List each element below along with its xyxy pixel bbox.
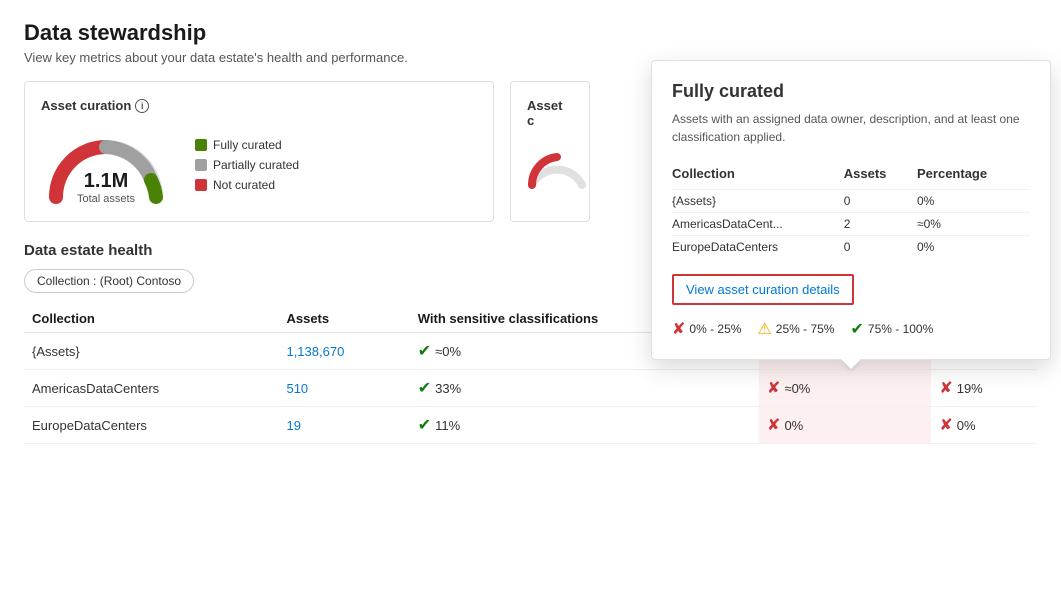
status-icon-green: ✔ xyxy=(418,378,431,398)
cell-fully-curated-2: ✘ 0% xyxy=(759,407,931,444)
partially-curated-dot xyxy=(195,159,207,171)
cell-collection-1: AmericasDataCenters xyxy=(24,370,278,407)
table-row: EuropeDataCenters 19 ✔ 11% ✘ 0% xyxy=(24,407,1037,444)
gauge-label: Total assets xyxy=(77,193,135,205)
cell-assets-0[interactable]: 1,138,670 xyxy=(278,333,409,370)
legend-yellow-icon: ⚠ xyxy=(757,319,771,339)
not-curated-dot xyxy=(195,179,207,191)
popup-cell-assets-2: 0 xyxy=(844,236,917,259)
status-icon-green: ✔ xyxy=(418,415,431,435)
popup-cell-collection-1: AmericasDataCent... xyxy=(672,213,844,236)
popup-cell-assets-0: 0 xyxy=(844,190,917,213)
status-icon-red: ✘ xyxy=(767,415,780,435)
status-icon-red: ✘ xyxy=(939,415,952,435)
curation-content: 1.1M Total assets Fully curated Partiall… xyxy=(41,125,477,205)
popup-description: Assets with an assigned data owner, desc… xyxy=(672,110,1030,146)
popup-legend-red: ✘ 0% - 25% xyxy=(672,319,741,339)
asset-card-2-gauge xyxy=(527,140,587,190)
cell-owner-2: ✘ 0% xyxy=(931,407,1037,444)
legend-green-icon: ✔ xyxy=(850,319,863,339)
status-icon-red: ✘ xyxy=(939,378,952,398)
popup-cell-pct-2: 0% xyxy=(917,236,1030,259)
popup-legend-yellow: ⚠ 25% - 75% xyxy=(757,319,834,339)
popup-cell-collection-0: {Assets} xyxy=(672,190,844,213)
cell-collection-0: {Assets} xyxy=(24,333,278,370)
cell-assets-2[interactable]: 19 xyxy=(278,407,409,444)
status-icon-green: ✔ xyxy=(418,341,431,361)
page-header: Data stewardship View key metrics about … xyxy=(24,20,1037,65)
popup-cell-pct-1: ≈0% xyxy=(917,213,1030,236)
cell-collection-2: EuropeDataCenters xyxy=(24,407,278,444)
cell-assets-1[interactable]: 510 xyxy=(278,370,409,407)
cell-owner-1: ✘ 19% xyxy=(931,370,1037,407)
popup-overlay: Fully curated Assets with an assigned da… xyxy=(651,60,1051,360)
col-header-collection: Collection xyxy=(24,305,278,333)
popup-row: AmericasDataCent... 2 ≈0% xyxy=(672,213,1030,236)
legend-item-partially-curated: Partially curated xyxy=(195,158,299,172)
gauge-number: 1.1M xyxy=(77,170,135,193)
asset-curation-card-title: Asset curation i xyxy=(41,98,477,113)
popup-title: Fully curated xyxy=(672,81,1030,102)
popup-cell-assets-1: 2 xyxy=(844,213,917,236)
popup-table: Collection Assets Percentage {Assets} 0 … xyxy=(672,162,1030,258)
popup-col-collection: Collection xyxy=(672,162,844,190)
gauge-text: 1.1M Total assets xyxy=(77,170,135,205)
popup-row: EuropeDataCenters 0 0% xyxy=(672,236,1030,259)
page-container: Data stewardship View key metrics about … xyxy=(0,0,1061,594)
popup-row: {Assets} 0 0% xyxy=(672,190,1030,213)
col-header-assets: Assets xyxy=(278,305,409,333)
popup-cell-collection-2: EuropeDataCenters xyxy=(672,236,844,259)
curation-legend: Fully curated Partially curated Not cura… xyxy=(195,138,299,192)
legend-red-icon: ✘ xyxy=(672,319,685,339)
popup-col-percentage: Percentage xyxy=(917,162,1030,190)
fully-curated-dot xyxy=(195,139,207,151)
collection-filter[interactable]: Collection : (Root) Contoso xyxy=(24,269,194,293)
view-asset-curation-link[interactable]: View asset curation details xyxy=(686,282,840,297)
asset-card-2-title: Asset c xyxy=(527,98,573,128)
page-title: Data stewardship xyxy=(24,20,1037,46)
cell-fully-curated-1: ✘ ≈0% xyxy=(759,370,931,407)
popup-pointer xyxy=(841,359,861,369)
status-icon-red: ✘ xyxy=(767,378,780,398)
gauge-container: 1.1M Total assets xyxy=(41,125,171,205)
popup-legend-green: ✔ 75% - 100% xyxy=(850,319,933,339)
asset-card-2: Asset c xyxy=(510,81,590,222)
legend-item-not-curated: Not curated xyxy=(195,178,299,192)
info-icon[interactable]: i xyxy=(135,99,149,113)
asset-curation-card: Asset curation i xyxy=(24,81,494,222)
popup-legend: ✘ 0% - 25% ⚠ 25% - 75% ✔ 75% - 100% xyxy=(672,319,1030,339)
popup-link-container[interactable]: View asset curation details xyxy=(672,274,854,305)
cell-sensitive-2: ✔ 11% xyxy=(410,407,759,444)
legend-item-fully-curated: Fully curated xyxy=(195,138,299,152)
popup-cell-pct-0: 0% xyxy=(917,190,1030,213)
table-row: AmericasDataCenters 510 ✔ 33% ✘ ≈0% xyxy=(24,370,1037,407)
cell-sensitive-1: ✔ 33% xyxy=(410,370,759,407)
popup-col-assets: Assets xyxy=(844,162,917,190)
